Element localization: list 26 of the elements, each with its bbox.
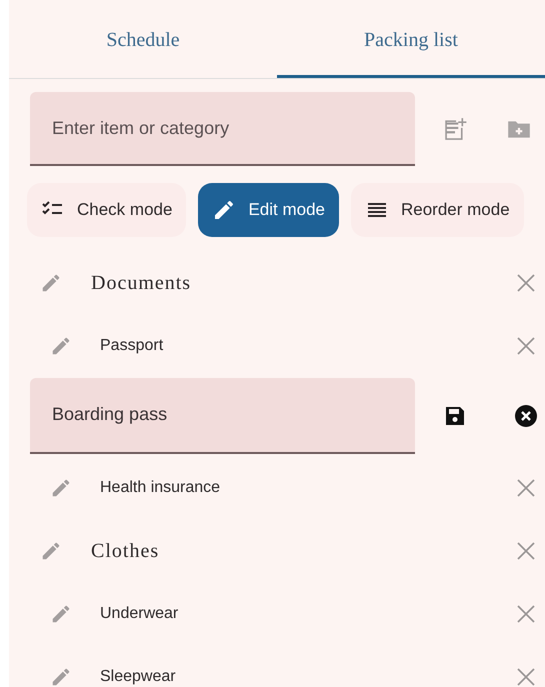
close-icon[interactable] bbox=[516, 604, 536, 624]
close-icon[interactable] bbox=[516, 666, 536, 686]
edit-icon[interactable] bbox=[40, 540, 62, 562]
item-name: Health insurance bbox=[100, 478, 222, 498]
item-name: Sleepwear bbox=[100, 666, 177, 686]
mode-button[interactable]: Edit mode bbox=[198, 183, 339, 237]
close-icon[interactable] bbox=[516, 272, 536, 292]
edit-icon[interactable] bbox=[50, 602, 72, 624]
cancel-icon[interactable] bbox=[514, 404, 538, 428]
edit-icon[interactable] bbox=[50, 666, 72, 687]
edit-icon[interactable] bbox=[40, 272, 62, 294]
category-name: Clothes bbox=[91, 538, 160, 564]
item-entry-field[interactable]: Enter item or category bbox=[30, 92, 415, 166]
close-icon[interactable] bbox=[516, 478, 536, 498]
item-name: Underwear bbox=[100, 604, 180, 624]
edit-icon[interactable] bbox=[50, 334, 72, 356]
mode-button[interactable]: Reorder mode bbox=[350, 183, 524, 237]
item-name: Passport bbox=[100, 336, 164, 356]
tab[interactable]: Packing list bbox=[277, 0, 545, 78]
mode-button[interactable]: Check mode bbox=[27, 183, 186, 237]
category-name: Documents bbox=[91, 270, 192, 296]
close-icon[interactable] bbox=[516, 540, 536, 560]
tab[interactable]: Schedule bbox=[9, 0, 277, 78]
edit-item-field[interactable]: Boarding pass bbox=[30, 378, 415, 454]
edit-icon[interactable] bbox=[50, 476, 72, 498]
close-icon[interactable] bbox=[516, 336, 536, 356]
